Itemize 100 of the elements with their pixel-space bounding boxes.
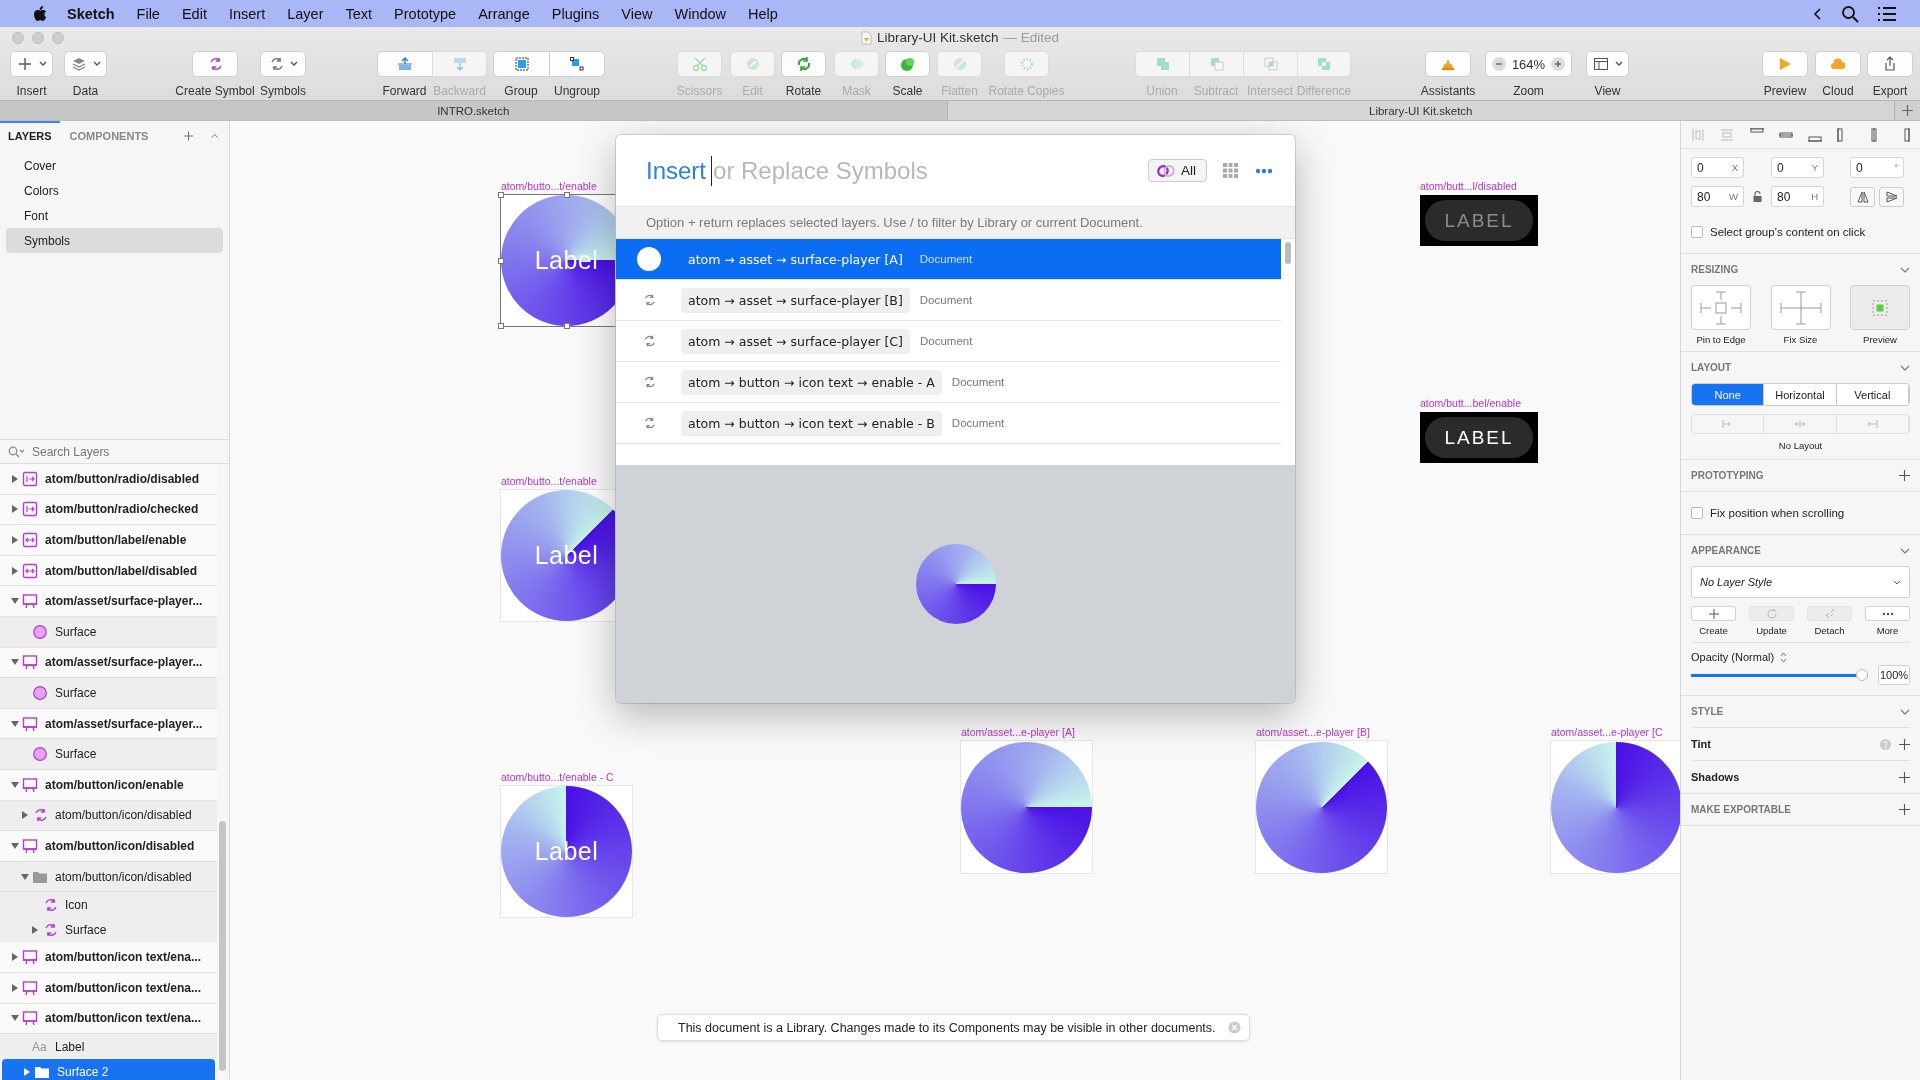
page-item[interactable]: Colors <box>6 178 223 203</box>
chevron-down-icon[interactable] <box>1900 364 1910 371</box>
disclosure-triangle-icon[interactable] <box>11 1014 19 1023</box>
add-icon[interactable] <box>1899 738 1910 750</box>
toolbar-button[interactable] <box>260 51 306 77</box>
flip-button[interactable] <box>1850 186 1875 207</box>
layer-row[interactable]: Surface <box>0 678 217 709</box>
sidebar-tab[interactable]: LAYERS <box>8 130 52 142</box>
add-icon[interactable] <box>1899 771 1910 783</box>
number-field[interactable]: 80 W <box>1691 186 1744 207</box>
selection-handle[interactable] <box>563 192 570 198</box>
page-item[interactable]: Font <box>6 203 223 228</box>
toolbar-button[interactable] <box>64 51 107 77</box>
disclosure-triangle-icon[interactable] <box>23 1067 31 1076</box>
disclosure-triangle-icon[interactable] <box>11 658 19 667</box>
layout-mode-tab[interactable]: Horizontal <box>1764 384 1837 405</box>
number-field[interactable]: 0 Y <box>1771 157 1824 178</box>
layer-row[interactable]: Surface <box>0 616 217 648</box>
document-tab[interactable]: Library-UI Kit.sketch <box>947 101 1895 120</box>
layer-row[interactable]: atom/button/icon/disabled <box>0 800 217 832</box>
scrollbar[interactable] <box>219 821 226 1071</box>
layout-mode-tab[interactable]: None <box>1692 384 1765 405</box>
disclosure-triangle-icon[interactable] <box>11 566 19 575</box>
chevron-down-icon[interactable] <box>1900 708 1910 715</box>
selection-handle[interactable] <box>498 323 504 329</box>
number-field[interactable]: 0 ° <box>1850 157 1904 178</box>
layer-row[interactable]: atom/button/icon/disabled <box>0 861 217 893</box>
toolbar-button[interactable] <box>781 51 826 77</box>
add-icon[interactable] <box>184 130 194 142</box>
stepper-icon[interactable] <box>1780 651 1788 663</box>
flip-button[interactable] <box>1879 186 1904 207</box>
chevron-down-icon[interactable] <box>1900 547 1910 554</box>
lock-icon[interactable] <box>1753 191 1762 202</box>
symbol-artboard[interactable] <box>1551 741 1680 873</box>
page-item[interactable]: Symbols <box>6 228 223 253</box>
menu-item[interactable]: Help <box>737 5 789 22</box>
symbol-artboard[interactable]: Label <box>501 786 632 917</box>
new-tab-button[interactable] <box>1895 101 1920 120</box>
menu-item[interactable]: Layer <box>276 5 335 22</box>
disclosure-triangle-icon[interactable] <box>11 983 19 992</box>
checkbox[interactable] <box>1691 226 1703 238</box>
layer-row[interactable]: Surface <box>0 917 217 943</box>
menu-item[interactable]: Text <box>334 5 384 22</box>
layer-row[interactable]: Surface 2 <box>2 1059 215 1080</box>
toolbar-button[interactable] <box>1586 51 1629 77</box>
layer-row[interactable]: atom/button/icon text/ena... <box>0 942 217 973</box>
layer-row[interactable]: atom/asset/surface-player... <box>0 708 217 740</box>
selection-handle[interactable] <box>498 257 504 264</box>
toolbar-button[interactable]: 164% <box>1485 51 1572 77</box>
layer-row[interactable]: Surface <box>0 739 217 770</box>
add-icon[interactable] <box>1899 804 1910 815</box>
symbol-artboard[interactable] <box>1256 741 1387 873</box>
opacity-field[interactable]: 100% <box>1878 665 1910 685</box>
selection-handle[interactable] <box>498 192 504 198</box>
layer-row[interactable]: atom/button/icon text/ena... <box>0 972 217 1004</box>
toolbar-button[interactable] <box>10 51 53 77</box>
menu-item[interactable]: Plugins <box>540 5 611 22</box>
menu-item[interactable]: File <box>125 5 171 22</box>
menu-item[interactable]: View <box>610 5 664 22</box>
search-field[interactable]: Search Layers <box>30 443 214 460</box>
layer-row[interactable]: atom/button/icon/enable <box>0 769 217 801</box>
disclosure-triangle-icon[interactable] <box>11 597 19 606</box>
layer-row[interactable]: Aa Label <box>0 1034 217 1060</box>
scrollbar[interactable] <box>1285 242 1291 264</box>
selection-handle[interactable] <box>563 323 570 329</box>
layer-row[interactable]: atom/button/label/enable <box>0 525 217 556</box>
number-field[interactable]: 0 X <box>1691 157 1744 178</box>
chevron-left-icon[interactable] <box>1813 6 1823 21</box>
symbol-result-row[interactable]: atom → button → icon text → enable - A Document <box>616 362 1281 403</box>
menu-item[interactable]: Prototype <box>383 5 468 22</box>
more-icon[interactable] <box>1255 167 1273 174</box>
layer-row[interactable]: atom/asset/surface-player... <box>0 586 217 617</box>
disclosure-triangle-icon[interactable] <box>11 841 19 850</box>
layer-row[interactable]: atom/button/icon/disabled <box>0 831 217 862</box>
number-field[interactable]: 80 H <box>1771 186 1824 207</box>
filter-button[interactable]: All <box>1148 159 1207 182</box>
zoom-out-button[interactable] <box>1491 57 1506 71</box>
layer-row[interactable]: atom/button/radio/checked <box>0 494 217 526</box>
layer-row[interactable]: atom/asset/surface-player... <box>0 647 217 679</box>
layout-mode-tab[interactable]: Vertical <box>1836 384 1909 405</box>
disclosure-triangle-icon[interactable] <box>21 811 29 820</box>
layer-row[interactable]: atom/button/label/disabled <box>0 555 217 587</box>
apple-icon[interactable] <box>31 4 47 23</box>
disclosure-triangle-icon[interactable] <box>11 474 19 483</box>
search-icon[interactable] <box>1841 4 1859 23</box>
layer-row[interactable]: atom/button/radio/disabled <box>0 464 217 495</box>
checkbox[interactable] <box>1691 507 1703 519</box>
disclosure-triangle-icon[interactable] <box>21 872 29 881</box>
disclosure-triangle-icon[interactable] <box>11 953 19 962</box>
menu-item[interactable]: Window <box>663 5 738 22</box>
disclosure-triangle-icon[interactable] <box>11 719 19 728</box>
zoom-in-button[interactable] <box>1551 57 1566 71</box>
menu-item[interactable]: Insert <box>217 5 277 22</box>
menu-item[interactable]: Edit <box>170 5 218 22</box>
layer-row[interactable]: atom/button/icon text/ena... <box>0 1003 217 1035</box>
layer-style-dropdown[interactable]: No Layer Style <box>1691 566 1910 598</box>
slider-thumb[interactable] <box>1856 669 1868 681</box>
chevron-up-icon[interactable] <box>211 133 219 139</box>
disclosure-triangle-icon[interactable] <box>11 780 19 789</box>
page-item[interactable]: Cover <box>6 153 223 178</box>
